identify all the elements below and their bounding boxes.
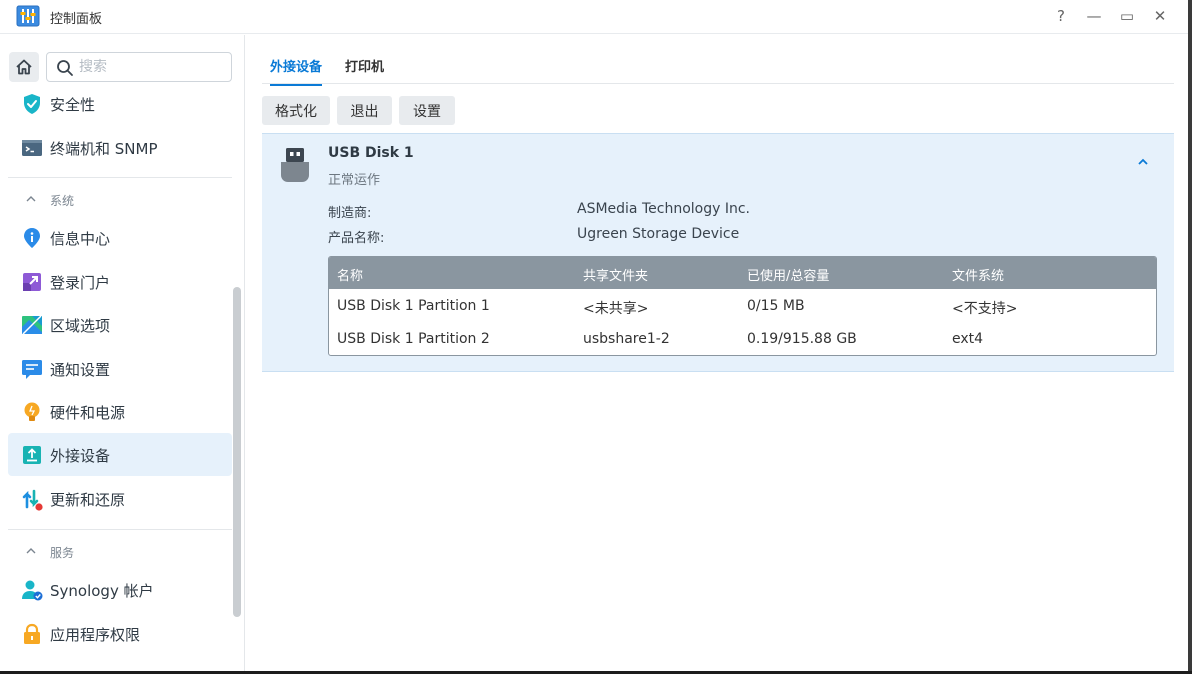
usb-drive-icon (281, 148, 309, 182)
table-row[interactable]: USB Disk 1 Partition 1 <未共享> 0/15 MB <不支… (329, 290, 1156, 323)
sidebar-item-info-center[interactable]: 信息中心 (8, 216, 232, 259)
partition-shared-folder: usbshare1-2 (583, 331, 670, 347)
account-icon (22, 580, 43, 601)
column-header-shared-folder[interactable]: 共享文件夹 (583, 265, 648, 284)
sidebar-item-label: 更新和还原 (50, 491, 126, 509)
shield-icon (24, 94, 40, 114)
manufacturer-label: 制造商: (328, 206, 372, 221)
sidebar-item-label: 安全性 (50, 96, 96, 114)
partition-name: USB Disk 1 Partition 1 (337, 298, 490, 314)
control-panel-window: 控制面板 ? — ▭ ✕ 安全性 (0, 0, 1188, 671)
control-panel-icon (16, 5, 40, 27)
title-bar: 控制面板 ? — ▭ ✕ (0, 0, 1188, 34)
sidebar-item-label: 终端机和 SNMP (50, 140, 158, 158)
sidebar-item-label: Synology 帐户 (50, 582, 154, 600)
window-edge (1188, 0, 1192, 674)
partition-capacity: 0/15 MB (747, 298, 805, 314)
sidebar-item-label: 登录门户 (50, 274, 111, 292)
device-name: USB Disk 1 (328, 145, 414, 161)
chevron-up-icon[interactable] (1136, 155, 1150, 169)
sidebar-divider (8, 529, 232, 530)
sidebar-item-security[interactable]: 安全性 (8, 82, 232, 125)
sidebar-scrollbar[interactable] (233, 287, 241, 617)
notification-icon (22, 360, 42, 379)
product-name-label: 产品名称: (328, 231, 385, 246)
column-header-file-system[interactable]: 文件系统 (952, 265, 1004, 284)
chevron-up-icon (26, 196, 36, 202)
manufacturer-value: ASMedia Technology Inc. (577, 201, 750, 217)
format-button[interactable]: 格式化 (262, 96, 330, 125)
sidebar-item-label: 应用程序权限 (50, 626, 141, 644)
login-portal-icon (23, 273, 41, 291)
section-services[interactable]: 服务 (8, 537, 232, 567)
device-panel: USB Disk 1 正常运作 制造商: ASMedia Technology … (262, 133, 1174, 372)
search-input[interactable] (79, 56, 227, 78)
maximize-button[interactable]: ▭ (1114, 5, 1140, 27)
lightbulb-icon (24, 402, 40, 421)
device-status: 正常运作 (328, 173, 381, 188)
sidebar-item-hardware-power[interactable]: 硬件和电源 (8, 390, 232, 433)
sidebar-item-notification[interactable]: 通知设置 (8, 347, 232, 390)
table-header: 名称 共享文件夹 已使用/总容量 文件系统 (329, 257, 1156, 289)
help-button[interactable]: ? (1048, 5, 1074, 27)
chevron-up-icon (26, 548, 36, 554)
column-header-used-total[interactable]: 已使用/总容量 (747, 265, 829, 284)
sidebar-item-update-restore[interactable]: 更新和还原 (8, 477, 232, 520)
sidebar-item-login-portal[interactable]: 登录门户 (8, 260, 232, 303)
tab-external-devices[interactable]: 外接设备 (270, 56, 323, 86)
sidebar-item-terminal-snmp[interactable]: 终端机和 SNMP (8, 126, 232, 169)
terminal-icon (22, 140, 42, 156)
external-device-icon (23, 446, 41, 464)
info-icon (24, 228, 40, 248)
product-name-value: Ugreen Storage Device (577, 226, 740, 242)
table-row[interactable]: USB Disk 1 Partition 2 usbshare1-2 0.19/… (329, 323, 1156, 355)
sidebar-item-external-devices[interactable]: 外接设备 (8, 433, 232, 476)
sidebar-item-app-privileges[interactable]: 应用程序权限 (8, 612, 232, 655)
sidebar-item-label: 区域选项 (50, 317, 111, 335)
close-button[interactable]: ✕ (1147, 5, 1173, 27)
partition-table: 名称 共享文件夹 已使用/总容量 文件系统 USB Disk 1 Partiti… (328, 256, 1157, 356)
tab-printers[interactable]: 打印机 (345, 56, 384, 84)
main-panel: 外接设备 打印机 格式化 退出 设置 USB Disk 1 正常运作 制造商: … (246, 35, 1188, 671)
section-label: 服务 (50, 546, 75, 560)
partition-shared-folder: <未共享> (583, 301, 649, 317)
lock-icon (24, 623, 40, 644)
minimize-button[interactable]: — (1081, 5, 1107, 27)
partition-name: USB Disk 1 Partition 2 (337, 331, 490, 347)
home-icon (16, 59, 32, 75)
update-icon (22, 489, 43, 511)
tab-bar: 外接设备 打印机 (262, 47, 1174, 86)
sidebar-item-label: 通知设置 (50, 361, 111, 379)
eject-button[interactable]: 退出 (337, 96, 392, 125)
sidebar-item-label: 硬件和电源 (50, 404, 126, 422)
partition-file-system: ext4 (952, 331, 984, 347)
section-system[interactable]: 系统 (8, 185, 232, 215)
sidebar-item-regional-options[interactable]: 区域选项 (8, 303, 232, 346)
sidebar: 安全性 终端机和 SNMP 系统 (0, 35, 245, 671)
partition-file-system: <不支持> (952, 301, 1018, 317)
section-label: 系统 (50, 194, 75, 208)
window-title: 控制面板 (50, 12, 103, 27)
search-icon (57, 60, 73, 76)
sidebar-item-synology-account[interactable]: Synology 帐户 (8, 568, 232, 611)
partition-capacity: 0.19/915.88 GB (747, 331, 857, 347)
map-icon (22, 315, 42, 335)
search-box[interactable] (46, 52, 232, 82)
sidebar-item-label: 外接设备 (50, 447, 111, 465)
sidebar-divider (8, 177, 232, 178)
settings-button[interactable]: 设置 (399, 96, 455, 125)
column-header-name[interactable]: 名称 (337, 265, 363, 284)
sidebar-item-label: 信息中心 (50, 230, 111, 248)
home-button[interactable] (9, 52, 39, 82)
